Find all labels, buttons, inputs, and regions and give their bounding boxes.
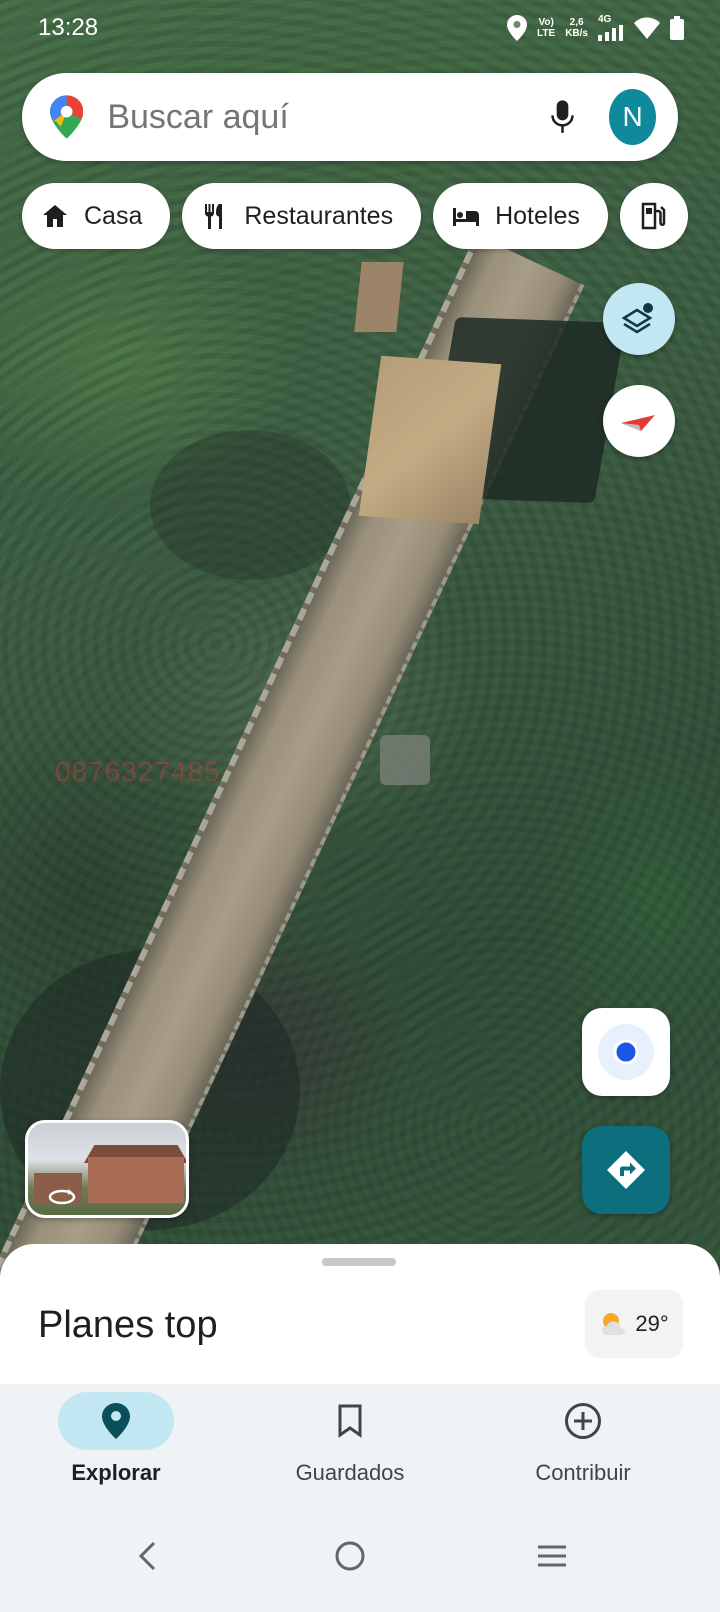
speed-unit: KB/s bbox=[565, 27, 588, 39]
rotate-360-icon bbox=[48, 1189, 76, 1205]
map-shadow-area bbox=[150, 430, 350, 580]
cell-type-label: 4G bbox=[598, 14, 612, 25]
status-bar: 13:28 Vo) LTE 2,6 KB/s 4G bbox=[0, 0, 720, 58]
nav-label: Explorar bbox=[71, 1460, 161, 1485]
bookmark-icon bbox=[338, 1404, 362, 1438]
nav-explore[interactable]: Explorar bbox=[16, 1384, 216, 1504]
restaurant-icon bbox=[205, 204, 223, 229]
bottom-navigation: Explorar Guardados Contribuir bbox=[0, 1384, 720, 1504]
layers-icon bbox=[621, 303, 653, 334]
lte-label: LTE bbox=[537, 27, 556, 39]
recents-button[interactable] bbox=[522, 1526, 582, 1586]
nav-contribute[interactable]: Contribuir bbox=[483, 1384, 683, 1504]
nav-saved[interactable]: Guardados bbox=[250, 1384, 450, 1504]
explore-pin-icon bbox=[102, 1403, 130, 1439]
hotel-icon bbox=[453, 208, 480, 226]
nav-pill bbox=[525, 1392, 641, 1450]
street-view-house bbox=[88, 1157, 184, 1203]
chip-hotels[interactable]: Hoteles bbox=[433, 183, 608, 249]
wifi-icon bbox=[634, 17, 660, 39]
sheet-title: Planes top bbox=[38, 1304, 218, 1346]
compass-button[interactable] bbox=[603, 385, 675, 457]
location-status-icon bbox=[507, 14, 528, 41]
chip-home[interactable]: Casa bbox=[22, 183, 171, 249]
search-bar[interactable]: N bbox=[22, 73, 678, 161]
cell-signal: 4G bbox=[598, 14, 624, 41]
category-chips: Casa Restaurantes Hoteles bbox=[22, 183, 688, 249]
my-location-icon bbox=[598, 1024, 654, 1080]
compass-icon bbox=[621, 415, 655, 431]
avatar[interactable]: N bbox=[609, 89, 656, 145]
map-watermark: 0876327485 bbox=[55, 756, 221, 787]
ruin-structure bbox=[380, 735, 430, 785]
data-speed: 2,6 KB/s bbox=[565, 17, 588, 39]
nav-label: Contribuir bbox=[535, 1460, 631, 1485]
status-time: 13:28 bbox=[38, 14, 99, 41]
maps-logo-icon bbox=[50, 95, 84, 139]
building-roof bbox=[358, 355, 502, 525]
chip-restaurants[interactable]: Restaurantes bbox=[182, 183, 422, 249]
search-input[interactable] bbox=[107, 97, 551, 137]
my-location-button[interactable] bbox=[582, 1008, 670, 1096]
sheet-drag-handle[interactable] bbox=[322, 1258, 396, 1266]
partly-cloudy-icon bbox=[602, 1313, 626, 1335]
weather-chip[interactable]: 29° bbox=[585, 1290, 683, 1358]
microphone-icon[interactable] bbox=[550, 97, 575, 137]
bottom-sheet[interactable]: Planes top 29° bbox=[0, 1244, 720, 1384]
chip-label: Hoteles bbox=[495, 201, 580, 230]
building-roof-small bbox=[354, 262, 404, 332]
signal-bars-icon bbox=[598, 25, 623, 41]
home-button[interactable] bbox=[320, 1526, 380, 1586]
home-icon bbox=[43, 205, 67, 227]
battery-icon bbox=[670, 15, 684, 40]
menu-icon bbox=[538, 1545, 566, 1567]
chip-label: Casa bbox=[84, 201, 143, 230]
nav-active-pill bbox=[58, 1392, 174, 1450]
directions-icon bbox=[607, 1151, 645, 1189]
gas-station-icon bbox=[641, 202, 666, 230]
speed-value: 2,6 bbox=[569, 16, 584, 28]
home-circle-icon bbox=[335, 1541, 365, 1571]
volte-label: Vo) bbox=[538, 16, 554, 28]
back-icon bbox=[138, 1541, 156, 1571]
nav-label: Guardados bbox=[295, 1460, 405, 1485]
weather-temperature: 29° bbox=[635, 1311, 669, 1336]
layers-button[interactable] bbox=[603, 283, 675, 355]
street-view-thumbnail[interactable] bbox=[25, 1120, 189, 1218]
chip-gas[interactable] bbox=[619, 183, 688, 249]
volte-indicator: Vo) LTE bbox=[537, 17, 555, 39]
chip-label: Restaurantes bbox=[244, 201, 394, 230]
directions-button[interactable] bbox=[582, 1126, 670, 1214]
system-navigation-bar bbox=[0, 1504, 720, 1612]
nav-pill bbox=[292, 1392, 408, 1450]
back-button[interactable] bbox=[118, 1526, 178, 1586]
add-circle-icon bbox=[565, 1403, 601, 1439]
status-icons: Vo) LTE 2,6 KB/s 4G bbox=[507, 14, 684, 41]
